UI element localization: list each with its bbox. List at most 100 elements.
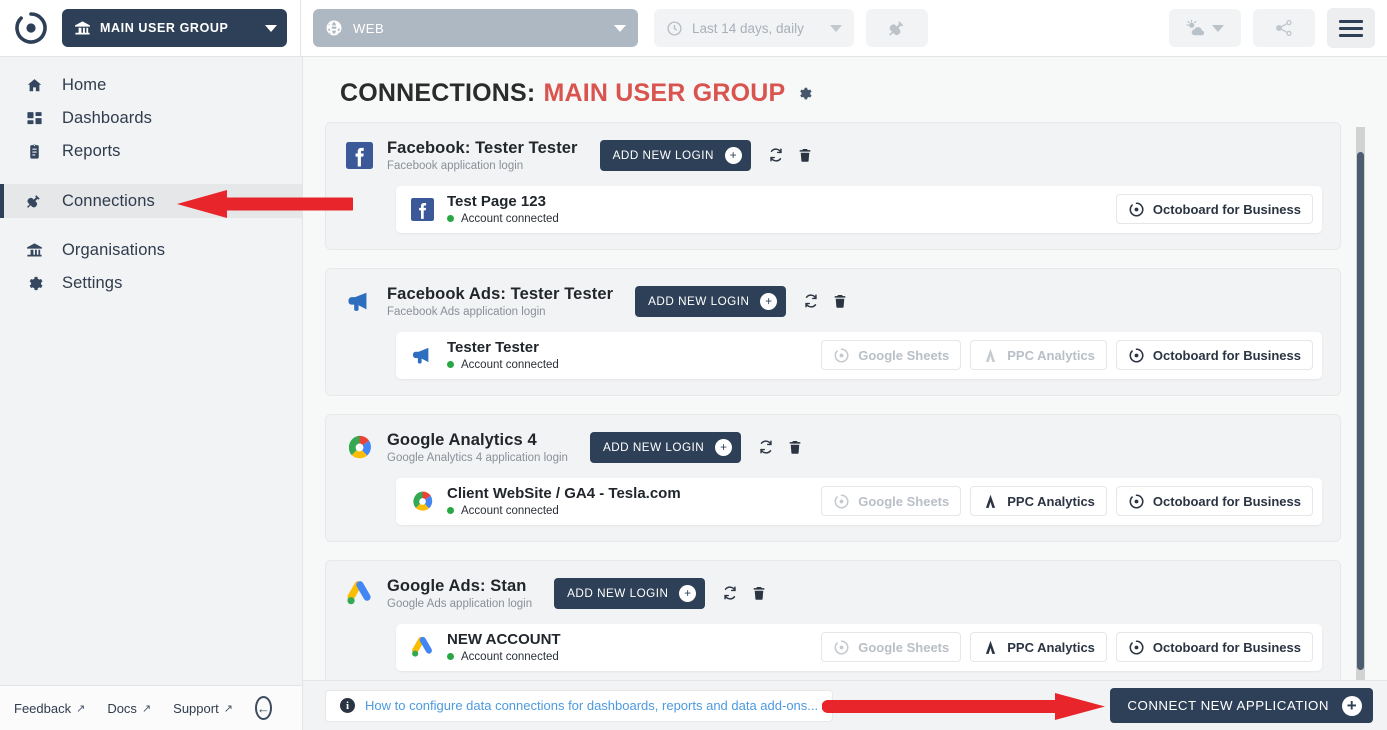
pill-octoboard-for-business[interactable]: Octoboard for Business <box>1115 194 1313 225</box>
chevron-down-icon <box>265 24 277 32</box>
share-icon <box>1276 19 1292 37</box>
connection-subtitle: Facebook Ads application login <box>387 305 546 318</box>
connection-title: Facebook: Tester Tester <box>387 139 578 157</box>
account-status: Account connected <box>447 505 681 517</box>
pill-google-sheets[interactable]: Google Sheets <box>821 632 962 663</box>
pill-ppc-analytics[interactable]: PPC Analytics <box>970 486 1107 517</box>
pill-label: Octoboard for Business <box>1152 201 1301 217</box>
scrollbar-track[interactable] <box>1356 127 1365 680</box>
connection-subtitle: Google Analytics 4 application login <box>387 451 568 464</box>
status-dot-icon <box>447 215 454 223</box>
data-source-selector[interactable]: WEB <box>313 9 638 47</box>
hamburger-menu-icon <box>1339 19 1363 23</box>
support-label: Support <box>173 700 219 716</box>
pill-octoboard-for-business[interactable]: Octoboard for Business <box>1115 486 1313 517</box>
user-group-selector[interactable]: MAIN USER GROUP <box>62 9 287 47</box>
pill-label: Octoboard for Business <box>1152 347 1301 363</box>
pill-octoboard-for-business[interactable]: Octoboard for Business <box>1115 632 1313 663</box>
sidebar-item-reports[interactable]: Reports <box>0 135 302 168</box>
sidebar-item-connections[interactable]: Connections <box>0 184 302 218</box>
pill-label: Octoboard for Business <box>1152 639 1301 655</box>
add-new-login-button[interactable]: ADD NEW LOGIN + <box>589 431 742 463</box>
account-status: Account connected <box>447 213 559 225</box>
sidebar-item-dashboards[interactable]: Dashboards <box>0 102 302 135</box>
pill-label: Octoboard for Business <box>1152 493 1301 509</box>
sidebar-label: Organisations <box>62 241 166 259</box>
octoboard-icon <box>834 640 849 655</box>
plug-icon <box>888 21 903 36</box>
pill-label: PPC Analytics <box>1007 347 1095 363</box>
ppc-analytics-icon <box>986 640 996 654</box>
account-row[interactable]: NEW ACCOUNT Account connected Google She… <box>396 623 1322 671</box>
connections-scroll-area: Facebook: Tester Tester Facebook applica… <box>325 122 1365 680</box>
page-settings-gear-icon[interactable] <box>797 86 812 101</box>
status-dot-icon <box>447 653 454 661</box>
plus-circle-icon: + <box>1342 695 1362 716</box>
home-icon <box>24 77 44 94</box>
connection-subtitle: Facebook application login <box>387 159 524 172</box>
support-link[interactable]: Support ↗ <box>173 701 233 716</box>
account-status: Account connected <box>447 651 561 663</box>
date-range-selector[interactable]: Last 14 days, daily <box>654 9 854 47</box>
page-title-group: MAIN USER GROUP <box>543 79 786 107</box>
weather-sun-cloud-icon <box>1186 19 1205 35</box>
trash-icon[interactable] <box>832 292 848 310</box>
trash-icon[interactable] <box>797 146 813 164</box>
scrollbar-thumb[interactable] <box>1357 152 1364 670</box>
refresh-icon[interactable] <box>757 438 775 456</box>
main-content: CONNECTIONS: MAIN USER GROUP Facebook: T… <box>303 57 1387 730</box>
bottom-bar: i How to configure data connections for … <box>303 680 1387 730</box>
connection-card: Facebook: Tester Tester Facebook applica… <box>325 122 1341 250</box>
account-row[interactable]: Test Page 123 Account connected Octoboar… <box>396 185 1322 233</box>
sidebar-item-organisations[interactable]: Organisations <box>0 234 302 267</box>
connect-new-application-button[interactable]: CONNECT NEW APPLICATION + <box>1110 688 1373 723</box>
add-new-login-button[interactable]: ADD NEW LOGIN + <box>635 285 787 317</box>
app-root: MAIN USER GROUP WEB Last 14 days, daily <box>0 0 1387 730</box>
account-status: Account connected <box>447 359 559 371</box>
sidebar-label: Reports <box>62 142 121 160</box>
topbar-divider <box>300 0 301 57</box>
share-button[interactable] <box>1253 9 1315 47</box>
external-link-icon: ↗ <box>223 702 233 715</box>
chevron-down-icon <box>1212 24 1224 32</box>
external-link-icon: ↗ <box>141 702 152 715</box>
main-menu-button[interactable] <box>1327 8 1375 48</box>
account-text: Test Page 123 Account connected <box>447 194 559 225</box>
status-dot-icon <box>447 507 454 515</box>
docs-link[interactable]: Docs ↗ <box>107 701 151 716</box>
plus-circle-icon: + <box>724 146 742 164</box>
octoboard-logo-icon <box>15 12 47 44</box>
trash-icon[interactable] <box>787 438 803 456</box>
weather-widget-button[interactable] <box>1169 9 1241 47</box>
pill-octoboard-for-business[interactable]: Octoboard for Business <box>1115 340 1313 371</box>
clipboard-icon <box>24 143 44 160</box>
add-new-login-button[interactable]: ADD NEW LOGIN + <box>599 139 751 171</box>
sidebar: Home Dashboards Reports Connections Orga… <box>0 57 303 730</box>
add-new-login-label: ADD NEW LOGIN <box>602 440 705 454</box>
sidebar-item-settings[interactable]: Settings <box>0 267 302 300</box>
help-link-label[interactable]: How to configure data connections for da… <box>365 698 818 713</box>
pill-ppc-analytics[interactable]: PPC Analytics <box>970 340 1107 371</box>
pill-ppc-analytics[interactable]: PPC Analytics <box>970 632 1107 663</box>
feedback-link[interactable]: Feedback ↗ <box>14 701 85 716</box>
trash-icon[interactable] <box>751 584 767 602</box>
refresh-icon[interactable] <box>802 292 820 310</box>
clock-icon <box>667 20 682 36</box>
collapse-sidebar-button[interactable]: ← <box>254 696 272 720</box>
help-info-box[interactable]: i How to configure data connections for … <box>325 689 834 722</box>
plus-circle-icon: + <box>679 584 697 602</box>
refresh-icon[interactable] <box>721 584 739 602</box>
connection-card: Google Analytics 4 Google Analytics 4 ap… <box>325 413 1341 542</box>
connections-list: Facebook: Tester Tester Facebook applica… <box>325 122 1341 680</box>
sidebar-item-home[interactable]: Home <box>0 69 302 102</box>
account-row[interactable]: Tester Tester Account connected Google S… <box>396 331 1322 379</box>
add-new-login-label: ADD NEW LOGIN <box>648 294 750 308</box>
connections-quick-button[interactable] <box>866 9 928 47</box>
pill-google-sheets[interactable]: Google Sheets <box>821 486 962 517</box>
add-new-login-button[interactable]: ADD NEW LOGIN + <box>554 577 706 609</box>
pill-google-sheets[interactable]: Google Sheets <box>821 340 962 371</box>
refresh-icon[interactable] <box>767 146 785 164</box>
app-logo[interactable] <box>0 11 62 45</box>
account-row[interactable]: Client WebSite / GA4 - Tesla.com Account… <box>396 477 1322 525</box>
